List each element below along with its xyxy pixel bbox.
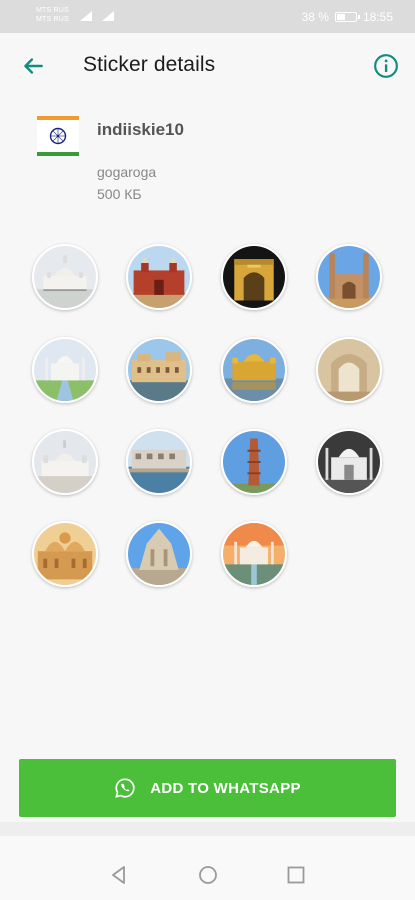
battery-icon xyxy=(334,12,360,22)
carrier-1: MTS RUS xyxy=(36,7,69,14)
sticker-item[interactable] xyxy=(221,521,287,587)
pack-author: gogaroga xyxy=(97,164,157,180)
circle-home-icon[interactable] xyxy=(197,864,219,886)
sticker-item[interactable] xyxy=(221,337,287,403)
sticker-item[interactable] xyxy=(221,429,287,495)
sticker-item[interactable] xyxy=(126,429,192,495)
sticker-item[interactable] xyxy=(126,521,192,587)
sticker-item[interactable] xyxy=(316,337,382,403)
carrier-2: MTS RUS xyxy=(36,16,69,23)
info-circle-icon[interactable] xyxy=(373,53,399,79)
sticker-item[interactable] xyxy=(221,244,287,310)
pack-name: indiiskie10 xyxy=(97,120,184,139)
system-nav-bar xyxy=(0,836,415,900)
square-recents-icon[interactable] xyxy=(285,864,307,886)
add-to-whatsapp-button[interactable]: ADD TO WHATSAPP xyxy=(19,759,396,817)
sticker-item[interactable] xyxy=(32,244,98,310)
sticker-item[interactable] xyxy=(126,244,192,310)
page-title: Sticker details xyxy=(83,53,216,76)
add-button-label: ADD TO WHATSAPP xyxy=(150,779,301,797)
battery-percent: 38 % xyxy=(301,10,329,24)
battery-fill xyxy=(336,14,345,20)
sticker-item[interactable] xyxy=(32,429,98,495)
india-flag-icon xyxy=(37,116,79,156)
pack-size: 500 КБ xyxy=(97,186,142,202)
signal-icon xyxy=(80,11,92,21)
app-bar: Sticker details xyxy=(0,33,415,99)
triangle-back-icon[interactable] xyxy=(108,864,130,886)
carrier-labels: MTS RUS MTS RUS xyxy=(36,6,69,24)
status-bar: MTS RUS MTS RUS 38 % 18:55 xyxy=(0,0,415,33)
whatsapp-icon xyxy=(115,778,135,798)
sticker-item[interactable] xyxy=(316,244,382,310)
sticker-item[interactable] xyxy=(32,337,98,403)
sticker-item[interactable] xyxy=(126,337,192,403)
arrow-left-icon[interactable] xyxy=(20,53,46,79)
clock: 18:55 xyxy=(362,10,393,24)
status-right: 38 % 18:55 xyxy=(302,10,393,24)
signal-icon xyxy=(102,11,114,21)
sticker-item[interactable] xyxy=(316,429,382,495)
sticker-item[interactable] xyxy=(32,521,98,587)
divider xyxy=(0,822,415,836)
